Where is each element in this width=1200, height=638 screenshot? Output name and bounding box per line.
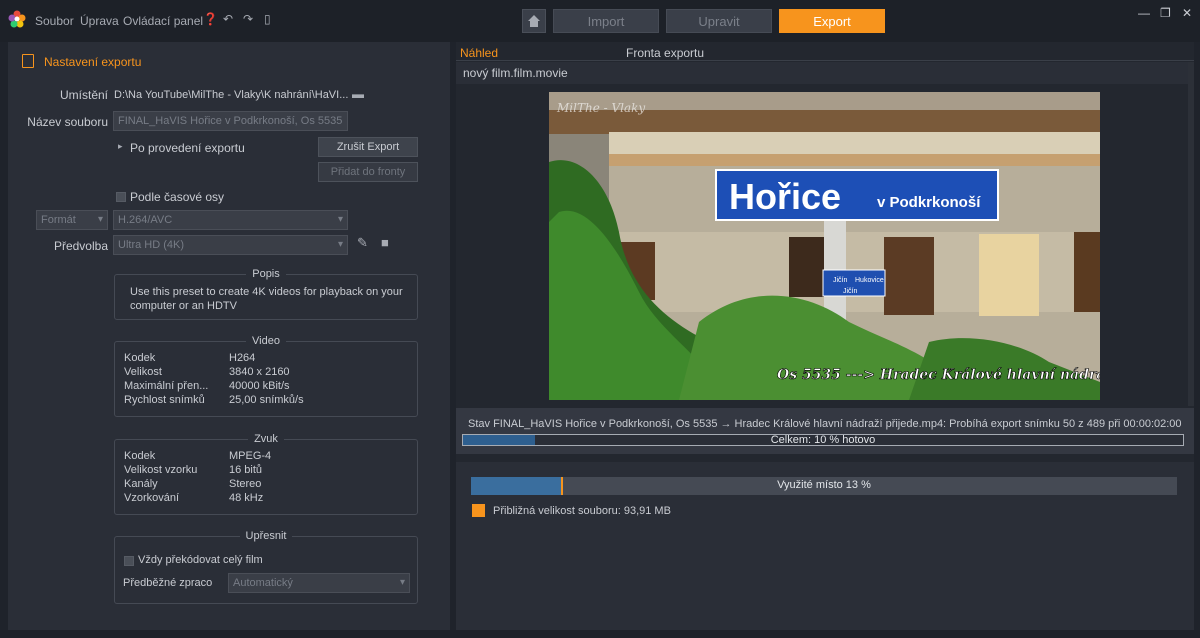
after-export-label[interactable]: Po provedení exportu xyxy=(130,141,245,155)
audio-key: Vzorkování xyxy=(124,492,180,504)
audio-key: Velikost vzorku xyxy=(124,464,198,476)
station-photo: Jičín Hukovice Jičín Hořice v Podkrkonoš… xyxy=(549,92,1100,400)
video-key: Maximální přen... xyxy=(124,380,209,392)
preview-scrollbar[interactable] xyxy=(1188,62,1194,406)
description-box: Popis Use this preset to create 4K video… xyxy=(114,268,418,320)
cancel-export-button[interactable]: Zrušit Export xyxy=(318,137,418,157)
format-value-dropdown[interactable]: H.264/AVC xyxy=(113,210,348,230)
filesize-legend-swatch xyxy=(472,504,485,517)
expand-triangle-icon[interactable]: ▸ xyxy=(118,141,123,152)
always-recode-checkbox[interactable] xyxy=(124,556,134,566)
preset-dropdown[interactable]: Ultra HD (4K) xyxy=(113,235,348,255)
title-bar: Soubor Úprava Ovládací panel ❓ ↶ ↷ ▯ Imp… xyxy=(0,0,1200,42)
watermark-text: MilThe - Vlaky xyxy=(556,101,645,115)
export-progress-bar: Celkem: 10 % hotovo xyxy=(462,434,1184,446)
caption-text: Os 5535 ---> Hradec Králové hlavní nádra… xyxy=(777,367,1100,383)
video-value: 3840 x 2160 xyxy=(229,366,290,378)
timeline-checkbox[interactable] xyxy=(116,192,126,202)
audio-value: Stereo xyxy=(229,478,262,490)
video-key: Velikost xyxy=(124,366,162,378)
filename-input[interactable]: FINAL_HaVIS Hořice v Podkrkonoší, Os 553… xyxy=(113,111,348,131)
redo-icon[interactable]: ↷ xyxy=(243,12,253,26)
export-status: Stav FINAL_HaVIS Hořice v Podkrkonoší, O… xyxy=(456,408,1194,454)
timeline-label: Podle časové osy xyxy=(130,190,225,204)
export-settings-panel: Nastavení exportu Umístění D:\Na YouTube… xyxy=(8,42,450,630)
audio-box: Zvuk Kodek MPEG-4 Velikost vzorku 16 bit… xyxy=(114,433,418,515)
audio-key: Kanály xyxy=(124,478,158,490)
video-box: Video Kodek H264 Velikost 3840 x 2160 Ma… xyxy=(114,335,418,417)
preview-title: nový film.film.movie xyxy=(456,62,1194,84)
save-preset-icon[interactable]: ■ xyxy=(381,235,389,250)
always-recode-label: Vždy překódovat celý film xyxy=(138,554,263,566)
video-key: Kodek xyxy=(124,352,156,364)
small-sign-top2: Hukovice xyxy=(855,277,884,284)
app-logo-icon xyxy=(8,10,26,28)
help-icon[interactable]: ❓ xyxy=(203,12,218,26)
restore-icon[interactable]: ❐ xyxy=(1160,6,1171,20)
video-value: 25,00 snímků/s xyxy=(229,394,304,406)
video-title: Video xyxy=(246,335,286,347)
audio-value: MPEG-4 xyxy=(229,450,272,462)
sign-small-text: v Podkrkonoší xyxy=(877,194,981,211)
edit-preset-icon[interactable]: ✎ xyxy=(357,235,368,251)
video-value: 40000 kBit/s xyxy=(229,380,290,392)
tab-preview[interactable]: Náhled xyxy=(460,46,498,60)
refine-title: Upřesnit xyxy=(239,530,293,542)
import-button[interactable]: Import xyxy=(553,9,659,33)
disk-space-text: Využité místo 13 % xyxy=(777,479,871,491)
preview-panel: Náhled Fronta exportu nový film.film.mov… xyxy=(456,42,1194,630)
section-title: Nastavení exportu xyxy=(44,55,142,69)
menu-control-panel[interactable]: Ovládací panel xyxy=(123,14,203,28)
disk-space-bar: Využité místo 13 % xyxy=(471,477,1177,495)
format-dropdown[interactable]: Formát xyxy=(36,210,108,230)
location-value: D:\Na YouTube\MilThe - Vlaky\K nahrání\H… xyxy=(114,89,348,101)
video-key: Rychlost snímků xyxy=(124,394,205,406)
filesize-text: Přibližná velikost souboru: 93,91 MB xyxy=(493,505,671,517)
edit-button[interactable]: Upravit xyxy=(666,9,772,33)
tab-export-queue[interactable]: Fronta exportu xyxy=(626,46,704,60)
status-text: Stav FINAL_HaVIS Hořice v Podkrkonoší, O… xyxy=(468,418,1182,430)
preset-label: Předvolba xyxy=(53,239,108,253)
location-label: Umístění xyxy=(59,88,108,102)
export-progress-text: Celkem: 10 % hotovo xyxy=(770,434,876,446)
audio-key: Kodek xyxy=(124,450,156,462)
minimize-icon[interactable]: — xyxy=(1138,6,1150,20)
add-to-queue-button[interactable]: Přidat do fronty xyxy=(318,162,418,182)
preprocess-label: Předběžné zpraco xyxy=(123,577,213,589)
audio-value: 48 kHz xyxy=(229,492,264,504)
folder-icon[interactable]: ▬ xyxy=(352,87,364,101)
undo-icon[interactable]: ↶ xyxy=(223,12,233,26)
export-button[interactable]: Export xyxy=(779,9,885,33)
preprocess-dropdown[interactable]: Automatický xyxy=(228,573,410,593)
close-icon[interactable]: ✕ xyxy=(1182,6,1192,20)
small-sign-bottom: Jičín xyxy=(843,288,858,295)
menu-edit[interactable]: Úprava xyxy=(80,14,119,28)
description-text: Use this preset to create 4K videos for … xyxy=(130,286,403,312)
audio-title: Zvuk xyxy=(248,433,284,445)
document-icon[interactable]: ▯ xyxy=(264,12,271,26)
home-button[interactable] xyxy=(522,9,546,33)
disk-space-panel: Využité místo 13 % Přibližná velikost so… xyxy=(456,462,1194,630)
sign-big-text: Hořice xyxy=(729,176,841,217)
menu-file[interactable]: Soubor xyxy=(35,14,74,28)
video-value: H264 xyxy=(229,352,256,364)
filename-label: Název souboru xyxy=(27,115,108,129)
settings-doc-icon xyxy=(22,54,34,68)
home-icon xyxy=(528,15,540,27)
description-title: Popis xyxy=(246,268,286,280)
preview-frame: Jičín Hukovice Jičín Hořice v Podkrkonoš… xyxy=(549,92,1100,400)
small-sign-top: Jičín xyxy=(833,277,848,284)
audio-value: 16 bitů xyxy=(229,464,263,476)
refine-box: Upřesnit Vždy překódovat celý film Předb… xyxy=(114,530,418,604)
